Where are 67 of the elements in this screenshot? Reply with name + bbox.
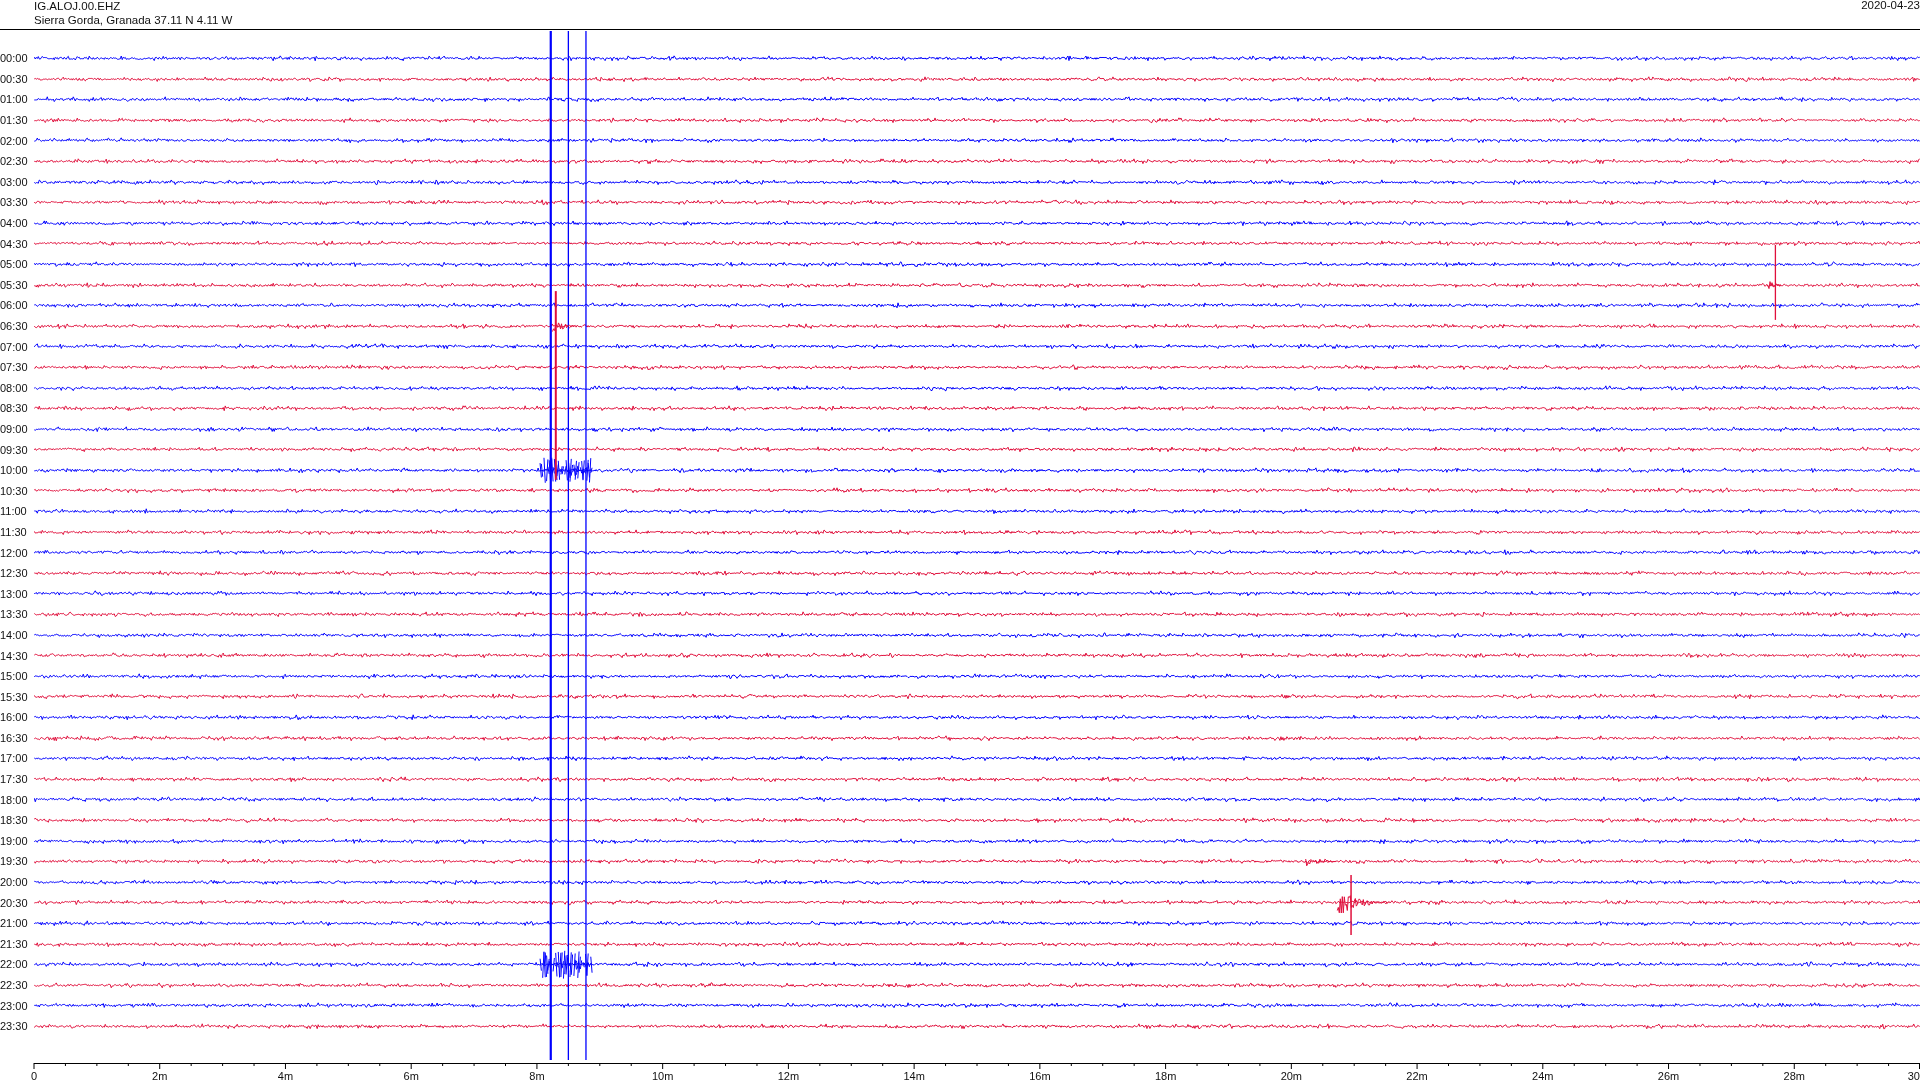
axis-tick-label: 2m [152,1070,168,1080]
station-code: IG.ALOJ.00.EHZ [34,0,122,13]
axis-tick-label: 8m [529,1070,545,1080]
time-label: 07:00 [0,340,29,353]
time-label: 11:00 [0,505,28,518]
time-label: 00:00 [0,52,29,65]
time-label: 09:30 [0,443,29,456]
time-label: 00:30 [0,72,29,85]
axis-tick-label: 16m [1029,1070,1051,1080]
time-label: 04:00 [0,217,29,230]
time-label: 22:30 [0,979,29,991]
time-label: 04:30 [0,237,29,250]
time-label: 15:30 [0,690,29,703]
time-label: 15:00 [0,670,29,683]
axis-tick-label: 4m [277,1070,294,1080]
time-label: 02:00 [0,134,29,147]
time-label: 16:30 [0,731,29,744]
time-label: 18:00 [0,793,29,806]
axis-tick-label: 0 [30,1070,38,1080]
axis-tick-label: 6m [403,1070,419,1080]
time-label: 03:30 [0,196,29,209]
time-label: 13:00 [0,587,29,600]
axis-tick-label: 20m [1280,1070,1303,1080]
time-label: 05:00 [0,258,29,271]
time-label: 01:30 [0,114,29,127]
time-label: 01:00 [0,93,29,106]
time-label: 21:30 [0,937,29,950]
time-label: 12:00 [0,546,29,559]
time-label: 14:30 [0,649,29,662]
time-label: 13:30 [0,608,29,621]
time-label: 12:30 [0,567,29,580]
axis-tick-label: 18m [1154,1070,1177,1080]
station-location: Sierra Gorda, Granada 37.11 N 4.11 W [34,13,233,27]
time-label: 22:00 [0,958,29,971]
time-label: 10:30 [0,484,29,497]
time-label: 20:00 [0,876,29,889]
time-label: 06:30 [0,320,29,332]
time-label: 19:00 [0,834,29,847]
axis-tick-label: 12m [777,1070,800,1080]
time-label: 23:00 [0,999,29,1012]
axis-tick-label: 14m [903,1070,925,1080]
time-label: 23:30 [0,1020,29,1033]
axis-tick-label: 26m [1657,1070,1680,1080]
time-label: 11:30 [0,525,28,538]
time-label: 06:00 [0,299,29,312]
axis-tick-label: 30 [1907,1070,1920,1080]
time-label: 05:30 [0,278,29,291]
time-label: 09:00 [0,423,29,435]
time-label: 07:30 [0,361,29,374]
time-label: 18:30 [0,814,29,827]
time-label: 16:00 [0,711,29,724]
time-label: 14:00 [0,628,29,641]
time-label: 20:30 [0,896,29,909]
axis-tick-label: 24m [1532,1070,1554,1080]
time-label: 02:30 [0,155,29,168]
axis-tick-label: 28m [1783,1070,1805,1080]
time-label: 10:00 [0,464,29,477]
axis-tick-label: 10m [651,1070,674,1080]
record-date: 2020-04-23 [1861,0,1920,11]
time-label: 17:30 [0,773,29,786]
time-label: 19:30 [0,855,29,868]
time-label: 17:00 [0,752,29,765]
time-label: 08:00 [0,381,29,394]
time-label: 08:30 [0,402,29,415]
time-label: 21:00 [0,917,29,930]
axis-tick-label: 22m [1406,1070,1428,1080]
time-label: 03:00 [0,175,29,188]
